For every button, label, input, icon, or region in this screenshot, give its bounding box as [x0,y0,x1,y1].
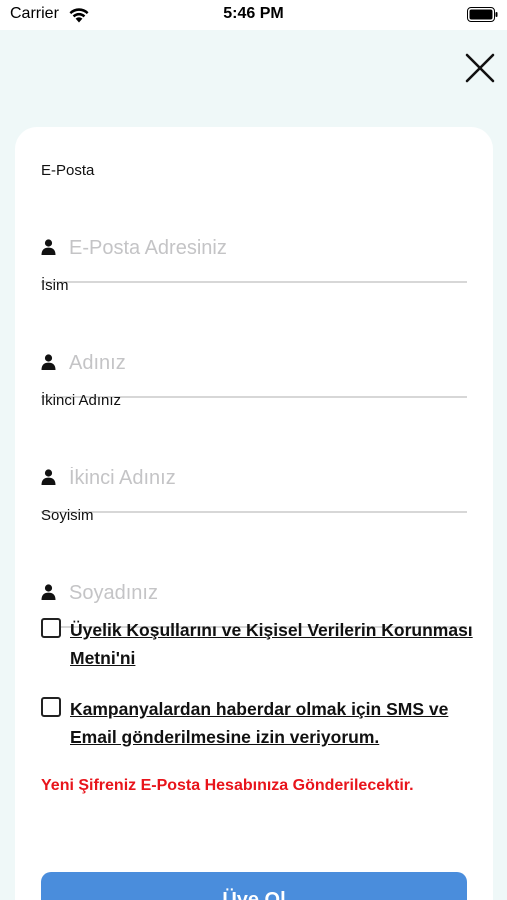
user-icon [41,354,56,370]
user-icon [41,239,56,255]
first-name-input[interactable] [69,349,465,377]
signup-card: E-Posta İsim İkinci Adınız Soyisim [15,127,493,900]
email-input[interactable] [69,234,465,262]
terms-consent-link[interactable]: Üyelik Koşullarını ve Kişisel Verilerin … [70,616,490,672]
marketing-checkbox[interactable] [41,697,61,717]
email-label: E-Posta [41,162,95,179]
surname-input[interactable] [69,579,465,607]
middle-name-input[interactable] [69,464,465,492]
close-button[interactable] [462,50,498,86]
signup-button[interactable]: Üye Ol [41,872,467,900]
surname-label: Soyisim [41,507,94,524]
marketing-consent-link[interactable]: Kampanyalardan haberdar olmak için SMS v… [70,695,490,751]
password-notice: Yeni Şifreniz E-Posta Hesabınıza Gönderi… [41,777,414,794]
status-time: 5:46 PM [223,5,284,22]
user-icon [41,469,56,485]
user-icon [41,584,56,600]
status-bar: Carrier 5:46 PM [0,0,507,30]
battery-icon [467,7,498,22]
middle-name-field-group: İkinci Adınız [41,392,467,513]
email-field-group: E-Posta [41,162,467,283]
terms-checkbox[interactable] [41,618,61,638]
first-name-label: İsim [41,277,69,294]
surname-field-group: Soyisim [41,507,467,628]
first-name-field-group: İsim [41,277,467,398]
middle-name-label: İkinci Adınız [41,392,122,409]
close-icon [465,53,495,83]
